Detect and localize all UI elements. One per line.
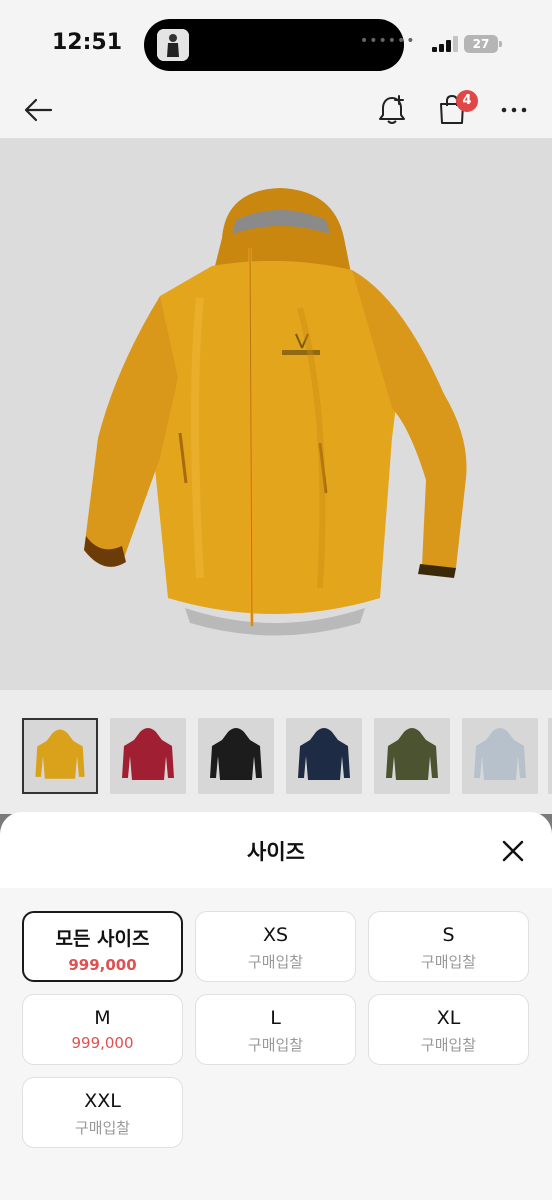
arrow-left-icon <box>24 98 53 122</box>
color-thumbnail-6[interactable] <box>462 718 538 794</box>
color-thumbnail-5[interactable] <box>374 718 450 794</box>
size-bid-label: 구매입찰 <box>247 953 304 971</box>
size-option-l[interactable]: L 구매입찰 <box>195 994 356 1065</box>
size-label: L <box>270 1007 281 1029</box>
sheet-header: 사이즈 <box>0 812 552 888</box>
add-alert-button[interactable] <box>370 88 414 132</box>
close-button[interactable] <box>492 830 534 872</box>
size-label: XXL <box>84 1090 121 1112</box>
back-button[interactable] <box>16 88 60 132</box>
size-label: M <box>94 1007 111 1029</box>
jacket-thumbnail-image <box>122 728 174 780</box>
size-option-xl[interactable]: XL 구매입찰 <box>368 994 529 1065</box>
color-thumbnail-3[interactable] <box>198 718 274 794</box>
battery-level: 27 <box>472 37 490 51</box>
jacket-thumbnail-image <box>386 728 438 780</box>
dynamic-island[interactable]: •••••• <box>144 19 415 71</box>
size-price: 999,000 <box>71 1034 134 1052</box>
color-thumbnail-1[interactable] <box>22 718 98 794</box>
jacket-thumbnail-image <box>298 728 350 780</box>
bell-plus-icon <box>379 95 405 124</box>
size-label: S <box>442 924 455 946</box>
size-bid-label: 구매입찰 <box>247 1036 304 1054</box>
size-option-all[interactable]: 모든 사이즈 999,000 <box>22 911 183 982</box>
status-bar: 12:51 •••••• 27 <box>0 0 552 84</box>
jacket-thumbnail-image <box>474 728 526 780</box>
cellular-signal-icon <box>432 36 458 52</box>
size-bottom-sheet: 사이즈 모든 사이즈 999,000 XS 구매입찰 S 구매입찰 M 999,… <box>0 812 552 1200</box>
color-thumbnail-strip <box>0 690 552 814</box>
color-thumbnail-7-partial[interactable] <box>548 718 552 794</box>
size-bid-label: 구매입찰 <box>420 1036 477 1054</box>
size-option-s[interactable]: S 구매입찰 <box>368 911 529 982</box>
now-playing-thumbnail <box>157 29 189 61</box>
product-image-main[interactable] <box>0 138 552 690</box>
cart-button[interactable]: 4 <box>430 88 478 132</box>
jacket-thumbnail-image <box>35 729 85 779</box>
battery-indicator: 27 <box>464 35 502 53</box>
close-icon <box>502 840 524 862</box>
size-options-grid: 모든 사이즈 999,000 XS 구매입찰 S 구매입찰 M 999,000 … <box>0 888 552 1200</box>
size-label: 모든 사이즈 <box>55 928 150 950</box>
sheet-title: 사이즈 <box>247 840 305 864</box>
size-price: 999,000 <box>68 956 137 974</box>
status-time: 12:51 <box>52 30 123 55</box>
nav-bar: 4 <box>0 84 552 138</box>
size-option-m[interactable]: M 999,000 <box>22 994 183 1065</box>
jacket-image <box>0 138 552 690</box>
more-options-button[interactable] <box>492 88 536 132</box>
size-bid-label: 구매입찰 <box>74 1119 131 1137</box>
size-label: XL <box>436 1007 461 1029</box>
size-bid-label: 구매입찰 <box>420 953 477 971</box>
size-option-xxl[interactable]: XXL 구매입찰 <box>22 1077 183 1148</box>
size-option-xs[interactable]: XS 구매입찰 <box>195 911 356 982</box>
color-thumbnail-2[interactable] <box>110 718 186 794</box>
jacket-thumbnail-image <box>210 728 262 780</box>
color-thumbnail-4[interactable] <box>286 718 362 794</box>
size-label: XS <box>262 924 289 946</box>
more-horizontal-icon <box>501 107 527 113</box>
cart-count-badge: 4 <box>456 90 478 112</box>
audio-waveform-icon: •••••• <box>360 33 416 49</box>
